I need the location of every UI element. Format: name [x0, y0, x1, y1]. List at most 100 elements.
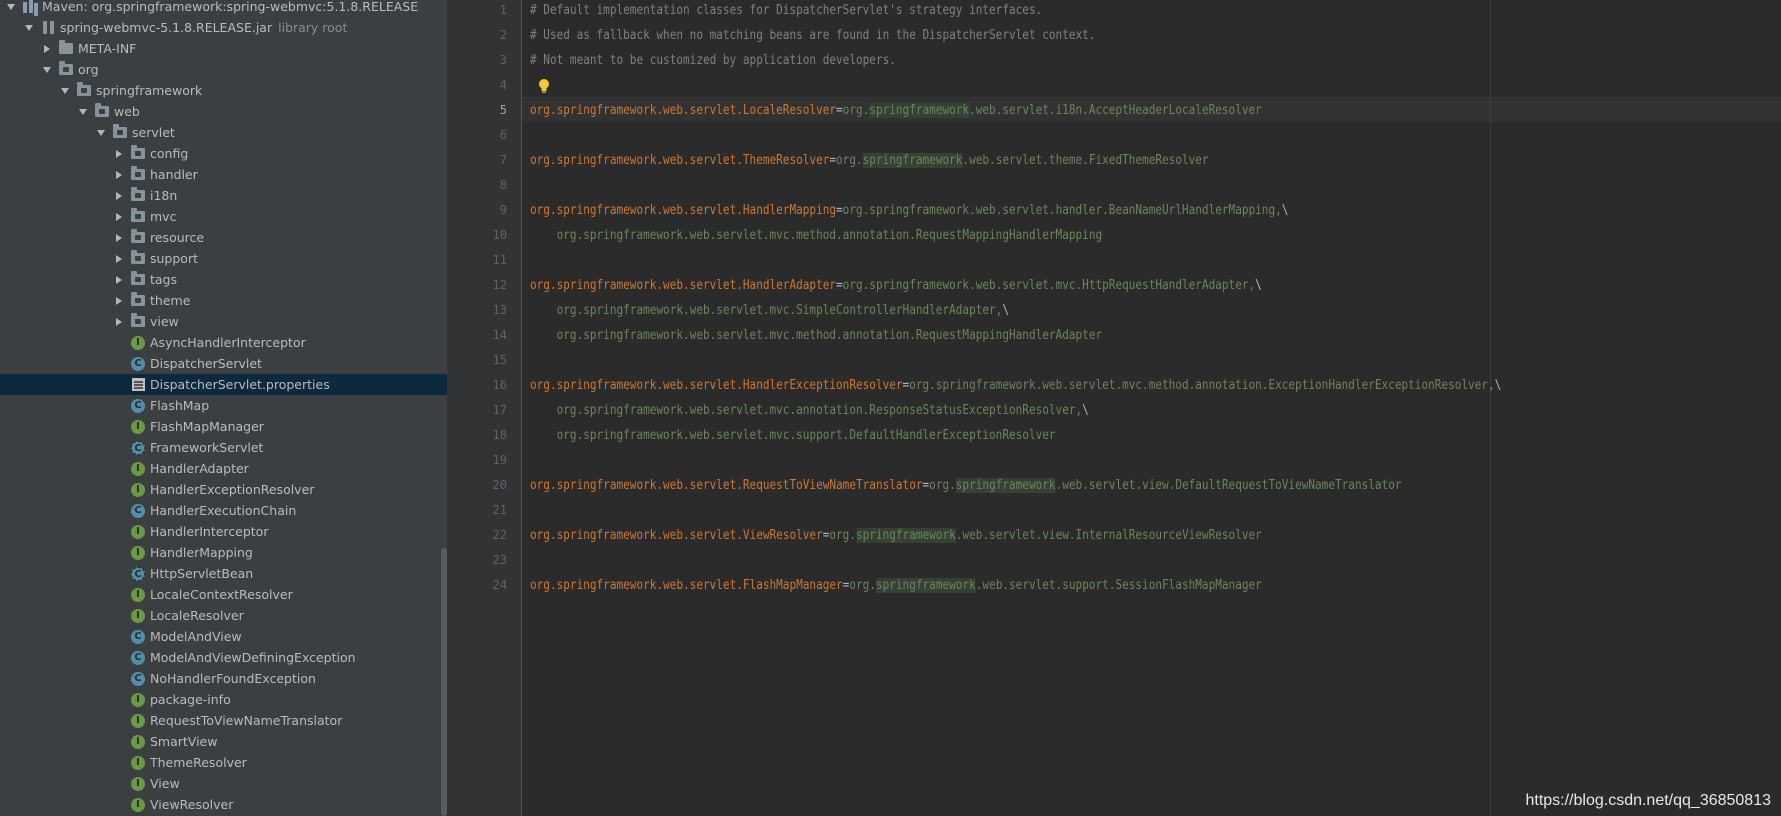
tree-item[interactable]: handler [0, 164, 447, 185]
tree-item[interactable]: theme [0, 290, 447, 311]
tree-item-label: org [78, 62, 99, 77]
code-token: .web.servlet.view.DefaultRequestToViewNa… [1055, 478, 1402, 493]
tree-item[interactable]: C HandlerExecutionChain [0, 500, 447, 521]
line-number-gutter: 1 2 3 4 5 6 7 8 9 10 11 12 13 14 15 16 17 18 19 20 21 22 23 24 [447, 0, 522, 816]
expand-arrow-down-icon[interactable] [58, 84, 72, 98]
jar-icon [40, 20, 56, 36]
tree-item-label: View [150, 776, 180, 791]
expand-arrow-right-icon[interactable] [112, 294, 126, 308]
code-token: springframework [862, 153, 963, 168]
lightbulb-icon[interactable] [537, 78, 551, 94]
tree-item[interactable]: spring-webmvc-5.1.8.RELEASE.jar library r… [0, 17, 447, 38]
tree-item[interactable]: I LocaleResolver [0, 605, 447, 626]
expand-arrow-down-icon[interactable] [22, 21, 36, 35]
interface-icon: I [130, 755, 146, 771]
interface-icon: I [130, 545, 146, 561]
code-token: org. [842, 103, 870, 118]
tree-item[interactable]: META-INF [0, 38, 447, 59]
line-number: 1 [499, 3, 507, 17]
tree-item[interactable]: I ThemeResolver [0, 752, 447, 773]
tree-item[interactable]: I HandlerExceptionResolver [0, 479, 447, 500]
code-token: org. [836, 153, 863, 168]
tree-item-label: servlet [132, 125, 175, 140]
tree-item[interactable]: i18n [0, 185, 447, 206]
interface-icon: I [130, 734, 146, 750]
expand-arrow-right-icon[interactable] [112, 168, 126, 182]
package-icon [76, 82, 92, 99]
expand-arrow-down-icon[interactable] [76, 105, 90, 119]
interface-icon: I [130, 461, 146, 477]
tree-item[interactable]: tags [0, 269, 447, 290]
tree-item[interactable]: servlet [0, 122, 447, 143]
tree-item[interactable]: I HandlerMapping [0, 542, 447, 563]
tree-item-label: mvc [150, 209, 177, 224]
tree-item[interactable]: C FrameworkServlet [0, 437, 447, 458]
tree-item[interactable]: Ipackage-info [0, 689, 447, 710]
interface-icon: I [130, 797, 146, 813]
line-number: 16 [492, 378, 507, 392]
tree-item[interactable]: C FlashMap [0, 395, 447, 416]
expand-arrow-down-icon[interactable] [40, 63, 54, 77]
tree-item[interactable]: I SmartView [0, 731, 447, 752]
tree-item[interactable]: I FlashMapManager [0, 416, 447, 437]
line-number: 14 [492, 328, 507, 342]
code-editor[interactable]: # Default implementation classes for Dis… [522, 0, 1781, 816]
package-icon [130, 166, 146, 183]
code-line: org.springframework.web.servlet.HandlerE… [530, 373, 1501, 398]
expand-arrow-right-icon[interactable] [112, 231, 126, 245]
tree-item-label: support [150, 251, 198, 266]
expand-arrow-right-icon[interactable] [112, 210, 126, 224]
tree-item[interactable]: I View [0, 773, 447, 794]
tree-item-label: DispatcherServlet.properties [150, 377, 330, 392]
line-number: 22 [492, 528, 507, 542]
tree-item[interactable]: resource [0, 227, 447, 248]
tree-item[interactable]: C DispatcherServlet [0, 353, 447, 374]
class-icon: C [130, 503, 146, 519]
folder-icon [58, 40, 74, 57]
tree-item[interactable]: org [0, 59, 447, 80]
tree-item[interactable]: springframework [0, 80, 447, 101]
tree-item-label: ModelAndView [150, 629, 242, 644]
code-token: org. [849, 578, 876, 593]
line-number: 5 [499, 103, 507, 117]
code-token: org.springframework.web.servlet.handler.… [842, 203, 1282, 218]
tree-item[interactable]: support [0, 248, 447, 269]
expand-arrow-right-icon[interactable] [40, 42, 54, 56]
tree-item[interactable]: mvc [0, 206, 447, 227]
expand-arrow-down-icon[interactable] [4, 0, 18, 14]
interface-icon: I [130, 776, 146, 792]
tree-item[interactable]: DispatcherServlet.properties [0, 374, 447, 395]
code-token: springframework [869, 103, 970, 118]
tree-item[interactable]: I RequestToViewNameTranslator [0, 710, 447, 731]
tree-item-label: theme [150, 293, 191, 308]
tree-item[interactable]: C ModelAndView [0, 626, 447, 647]
tree-item-label: HandlerExecutionChain [150, 503, 297, 518]
tree-item[interactable]: C ModelAndViewDefiningException [0, 647, 447, 668]
tree-item[interactable]: I HandlerInterceptor [0, 521, 447, 542]
tree-item[interactable]: config [0, 143, 447, 164]
code-token: org.springframework.web.servlet.mvc.Http… [842, 278, 1256, 293]
line-number: 9 [499, 203, 507, 217]
code-token: org. [929, 478, 956, 493]
code-token: .web.servlet.i18n.AcceptHeaderLocaleReso… [969, 103, 1262, 118]
tree-item[interactable]: I LocaleContextResolver [0, 584, 447, 605]
tree-item[interactable]: C NoHandlerFoundException [0, 668, 447, 689]
expand-arrow-right-icon[interactable] [112, 273, 126, 287]
tree-item[interactable]: web [0, 101, 447, 122]
tree-item[interactable]: I ViewResolver [0, 794, 447, 815]
tree-item[interactable]: Maven: org.springframework:spring-webmvc… [0, 0, 444, 17]
expand-arrow-right-icon[interactable] [112, 147, 126, 161]
code-line: org.springframework.web.servlet.HandlerA… [530, 273, 1262, 298]
expand-arrow-right-icon[interactable] [112, 315, 126, 329]
tree-item[interactable]: view [0, 311, 447, 332]
expand-arrow-right-icon[interactable] [112, 189, 126, 203]
tree-item[interactable]: C HttpServletBean [0, 563, 447, 584]
tree-item[interactable]: I HandlerAdapter [0, 458, 447, 479]
expand-arrow-right-icon[interactable] [112, 252, 126, 266]
line-number: 18 [492, 428, 507, 442]
expand-arrow-down-icon[interactable] [94, 126, 108, 140]
tree-item[interactable]: I AsyncHandlerInterceptor [0, 332, 447, 353]
